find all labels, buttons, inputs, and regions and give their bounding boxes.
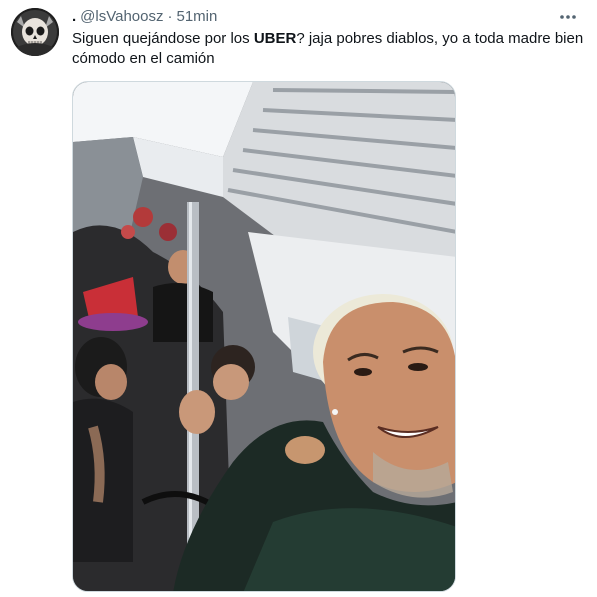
tweet[interactable]: . @lsVahoosz · 51min Siguen quejándose p… (0, 0, 597, 597)
display-name[interactable]: . (72, 8, 76, 26)
tweet-text-bold: UBER (253, 30, 297, 47)
skull-avatar-icon (11, 8, 59, 56)
tweet-header: . @lsVahoosz · 51min (72, 8, 217, 26)
tweet-text-part-1: Siguen quejándose por los (72, 30, 254, 47)
more-options-button[interactable] (556, 9, 580, 25)
tweet-timestamp[interactable]: 51min (177, 8, 218, 26)
tweet-text: Siguen quejándose por los UBER? jaja pob… (72, 29, 587, 69)
user-handle[interactable]: @lsVahoosz (80, 8, 163, 26)
avatar[interactable] (11, 8, 59, 56)
tweet-media-photo[interactable] (72, 81, 456, 592)
photo-icon (73, 82, 455, 591)
more-horizontal-icon (560, 15, 576, 19)
separator-dot: · (167, 8, 173, 25)
